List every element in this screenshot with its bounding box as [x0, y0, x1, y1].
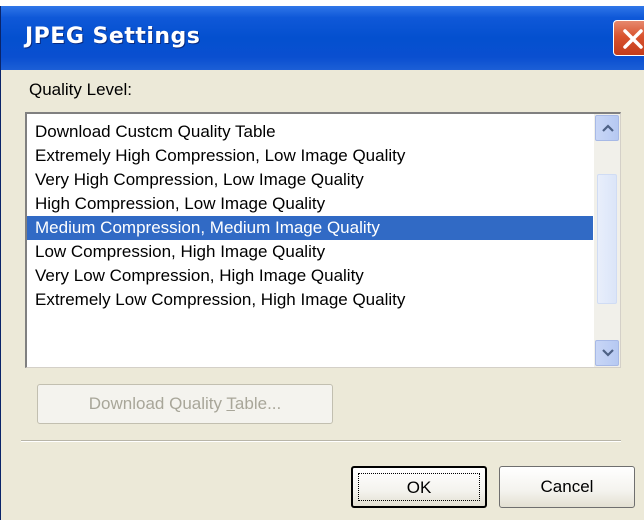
- vertical-scrollbar[interactable]: [594, 114, 620, 367]
- jpeg-settings-dialog: JPEG Settings Quality Level: Download Cu…: [0, 6, 644, 520]
- download-quality-table-button[interactable]: Download Quality Table...: [37, 384, 333, 424]
- list-item[interactable]: Low Compression, High Image Quality: [27, 240, 593, 264]
- cancel-button[interactable]: Cancel: [499, 466, 635, 508]
- ok-button[interactable]: OK: [351, 466, 487, 508]
- list-item[interactable]: Very High Compression, Low Image Quality: [27, 168, 593, 192]
- chevron-down-icon: [602, 349, 614, 357]
- list-item[interactable]: Extremely Low Compression, High Image Qu…: [27, 288, 593, 312]
- download-label-prefix: Download Quality: [88, 394, 227, 413]
- list-item-selected[interactable]: Medium Compression, Medium Image Quality: [27, 216, 593, 240]
- window-title: JPEG Settings: [25, 24, 201, 49]
- list-item[interactable]: Very Low Compression, High Image Quality: [27, 264, 593, 288]
- list-item[interactable]: Extremely High Compression, Low Image Qu…: [27, 144, 593, 168]
- download-label-suffix: able...: [234, 394, 282, 413]
- list-item[interactable]: High Compression, Low Image Quality: [27, 192, 593, 216]
- cancel-label: Cancel: [540, 477, 594, 496]
- download-label-accel: T: [226, 394, 235, 413]
- list-item[interactable]: Download Custcm Quality Table: [27, 120, 593, 144]
- quality-level-label: Quality Level:: [29, 80, 132, 99]
- scroll-down-button[interactable]: [595, 340, 619, 366]
- title-bar[interactable]: JPEG Settings: [1, 6, 644, 70]
- scroll-up-button[interactable]: [595, 115, 619, 141]
- focus-rect: [358, 473, 480, 501]
- separator: [21, 440, 621, 442]
- close-icon: [623, 29, 643, 49]
- quality-level-list[interactable]: Download Custcm Quality Table Extremely …: [25, 112, 621, 368]
- close-button[interactable]: [613, 20, 644, 56]
- quality-list-items: Download Custcm Quality Table Extremely …: [27, 120, 593, 312]
- scroll-thumb[interactable]: [597, 174, 617, 304]
- chevron-up-icon: [602, 124, 614, 132]
